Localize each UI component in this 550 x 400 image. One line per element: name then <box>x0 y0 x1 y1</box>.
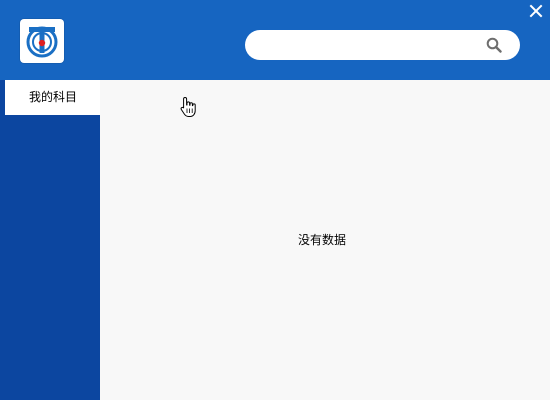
empty-state-message: 没有数据 <box>298 233 347 247</box>
close-icon <box>529 4 543 18</box>
sidebar: 我的科目 <box>0 80 100 400</box>
app-logo <box>20 19 64 63</box>
search-icon[interactable] <box>486 37 502 53</box>
close-button[interactable] <box>527 2 545 20</box>
app-header <box>0 0 550 80</box>
search-box[interactable] <box>245 30 520 60</box>
sidebar-item-my-subjects[interactable]: 我的科目 <box>5 80 100 115</box>
main-content: 没有数据 <box>100 80 550 400</box>
search-input[interactable] <box>259 30 481 60</box>
app-logo-icon <box>26 26 58 58</box>
sidebar-item-label: 我的科目 <box>29 90 78 104</box>
